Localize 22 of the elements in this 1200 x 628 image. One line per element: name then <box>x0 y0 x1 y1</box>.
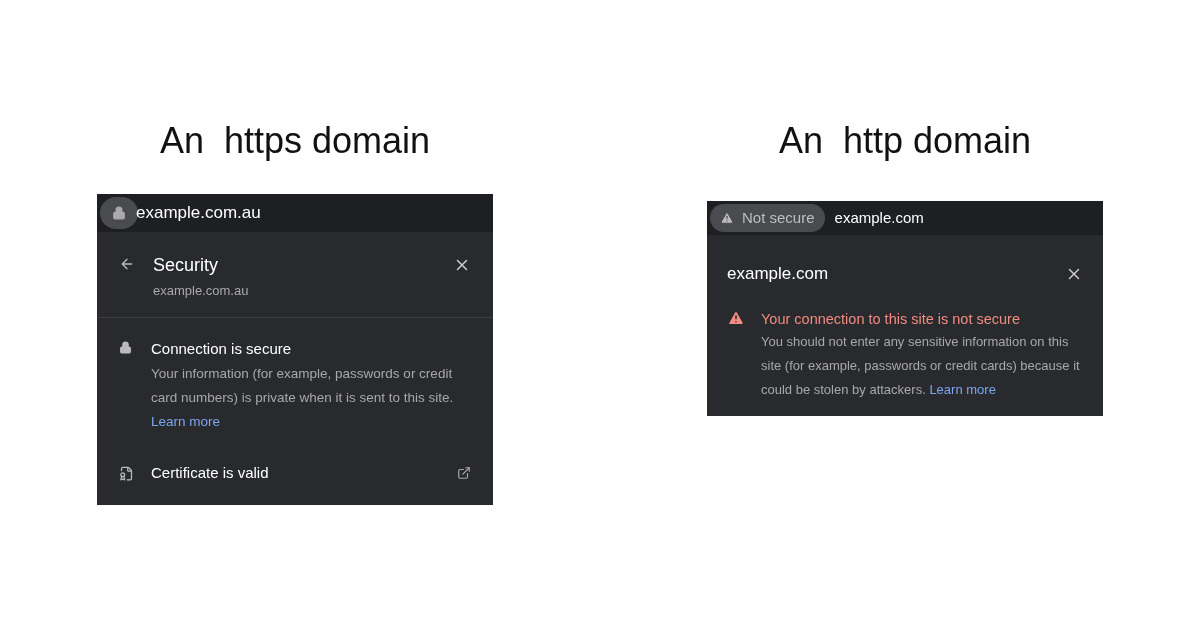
warning-icon <box>720 211 734 225</box>
popup-title: example.com <box>727 263 830 285</box>
certificate-label[interactable]: Certificate is valid <box>151 462 457 485</box>
back-icon[interactable] <box>119 256 135 272</box>
status-description: Your information (for example, passwords or credit card numbers) is private when it is sent to this site. Learn more <box>151 365 455 431</box>
learn-more-link[interactable]: Learn more <box>151 414 221 429</box>
warning-description: You should not enter any sensitive information on this site (for example, passwords or credit cards) because it could be stolen by attackers. Learn more <box>761 333 1081 400</box>
lock-icon <box>119 340 132 354</box>
caption: An http domain <box>778 119 1032 163</box>
warning-title: Your connection to this site is not secure <box>761 309 1021 329</box>
learn-more-link[interactable]: Learn more <box>929 382 996 398</box>
caption: An https domain <box>159 119 431 163</box>
popup-title: Security <box>153 254 220 277</box>
url-text: example.com.au <box>136 202 261 225</box>
lock-button[interactable] <box>100 197 138 229</box>
lock-icon <box>112 206 126 220</box>
not-secure-chip[interactable]: Not secure <box>710 204 825 232</box>
popup-subtitle: example.com.au <box>153 282 250 300</box>
status-title: Connection is secure <box>151 338 293 359</box>
url-text: example.com <box>834 207 924 228</box>
external-link-icon[interactable] <box>457 466 471 481</box>
certificate-icon <box>119 465 134 481</box>
